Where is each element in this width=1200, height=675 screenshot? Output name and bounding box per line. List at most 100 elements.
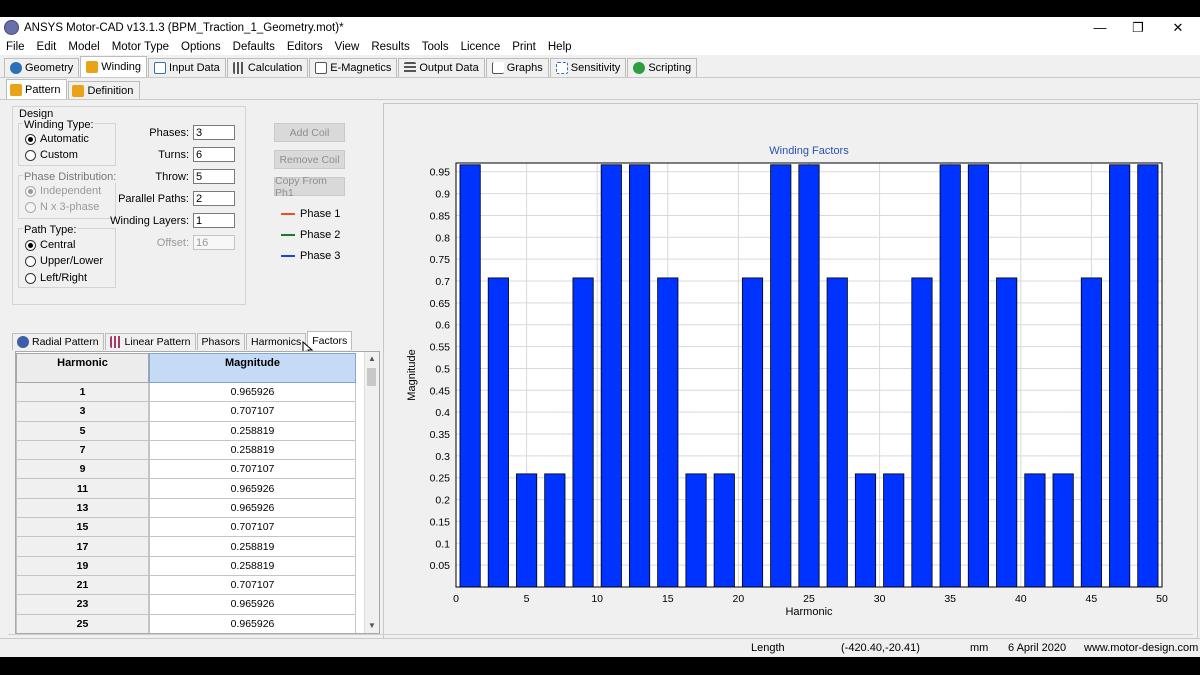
table-row[interactable]: 19 0.258819 [16, 556, 356, 576]
menu-defaults[interactable]: Defaults [227, 41, 281, 53]
column-header-magnitude[interactable]: Magnitude [149, 353, 356, 383]
cell-magnitude[interactable]: 0.965926 [149, 479, 356, 499]
chart-bar[interactable] [967, 164, 990, 588]
radio-automatic[interactable]: Automatic [25, 133, 89, 145]
tab-e-magnetics[interactable]: E-Magnetics [309, 58, 398, 77]
table-row[interactable]: 13 0.965926 [16, 498, 356, 519]
table-row[interactable]: 3 0.707107 [16, 402, 356, 422]
table-row[interactable]: 17 0.258819 [16, 537, 356, 557]
cell-harmonic[interactable]: 13 [16, 498, 149, 519]
table-row[interactable]: 1 0.965926 [16, 383, 356, 403]
cell-magnitude[interactable]: 0.707107 [149, 460, 356, 480]
cell-harmonic[interactable]: 17 [16, 537, 149, 557]
chart-bar[interactable] [459, 164, 481, 588]
phases-field[interactable]: 3 [193, 125, 235, 140]
menu-print[interactable]: Print [506, 41, 542, 53]
cell-magnitude[interactable]: 0.965926 [149, 383, 356, 403]
radio-central[interactable]: Central [25, 239, 75, 251]
radio-upper-lower[interactable]: Upper/Lower [25, 255, 103, 267]
chart-bar[interactable] [770, 164, 792, 588]
cell-harmonic[interactable]: 21 [16, 575, 149, 596]
add-coil-button[interactable]: Add Coil [274, 123, 345, 142]
scroll-thumb[interactable] [367, 368, 376, 386]
tab-harmonics[interactable]: Harmonics [246, 333, 307, 350]
column-header-harmonic[interactable]: Harmonic [16, 353, 149, 383]
remove-coil-button[interactable]: Remove Coil [274, 150, 345, 169]
chart-bar[interactable] [600, 164, 622, 588]
tab-calculation[interactable]: Calculation [226, 58, 309, 77]
table-row[interactable]: 25 0.965926 [16, 614, 356, 633]
tab-graphs[interactable]: Graphs [485, 58, 549, 77]
cell-magnitude[interactable]: 0.965926 [149, 614, 356, 633]
chart-bar[interactable] [572, 277, 594, 588]
chart-bar[interactable] [487, 277, 509, 588]
chart-bar[interactable] [516, 473, 538, 588]
restore-button[interactable]: ❐ [1118, 17, 1158, 38]
chart-bar[interactable] [1052, 473, 1074, 588]
tab-sensitivity[interactable]: Sensitivity [549, 58, 627, 77]
title-bar[interactable]: ANSYS Motor-CAD v13.1.3 (BPM_Traction_1_… [0, 17, 1200, 38]
cell-magnitude[interactable]: 0.707107 [149, 402, 356, 422]
menu-file[interactable]: File [0, 41, 31, 53]
menu-motor-type[interactable]: Motor Type [106, 41, 175, 53]
chart-bar[interactable] [826, 277, 848, 588]
cell-harmonic[interactable]: 19 [16, 556, 149, 576]
chart-bar[interactable] [1024, 473, 1046, 588]
chart-bar[interactable] [883, 473, 905, 588]
table-scrollbar[interactable]: ▲ ▼ [364, 352, 379, 633]
table-row[interactable]: 7 0.258819 [16, 440, 356, 461]
tab-pattern[interactable]: Pattern [6, 79, 68, 99]
cell-magnitude[interactable]: 0.707107 [149, 575, 356, 596]
menu-licence[interactable]: Licence [455, 41, 507, 53]
close-button[interactable]: ✕ [1158, 17, 1198, 38]
cell-magnitude[interactable]: 0.258819 [149, 421, 356, 441]
cell-magnitude[interactable]: 0.258819 [149, 440, 356, 461]
offset-field[interactable]: 16 [193, 235, 235, 250]
cell-harmonic[interactable]: 3 [16, 402, 149, 422]
cell-magnitude[interactable]: 0.965926 [149, 595, 356, 615]
chart-bar[interactable] [713, 473, 735, 588]
chart-bar[interactable] [939, 164, 961, 588]
chart-bar[interactable] [1109, 164, 1131, 588]
tab-radial-pattern[interactable]: Radial Pattern [12, 333, 104, 350]
parallel-paths-field[interactable]: 2 [193, 191, 235, 206]
cell-harmonic[interactable]: 1 [16, 383, 149, 403]
tab-linear-pattern[interactable]: Linear Pattern [104, 333, 196, 350]
throw-field[interactable]: 5 [193, 169, 235, 184]
winding-layers-field[interactable]: 1 [193, 213, 235, 228]
table-row[interactable]: 15 0.707107 [16, 518, 356, 538]
chart-bar[interactable] [996, 277, 1018, 588]
chart-bar[interactable] [657, 277, 679, 588]
tab-output-data[interactable]: Output Data [398, 58, 485, 77]
cell-harmonic[interactable]: 25 [16, 614, 149, 633]
menu-model[interactable]: Model [62, 41, 105, 53]
turns-field[interactable]: 6 [193, 147, 235, 162]
cell-harmonic[interactable]: 15 [16, 518, 149, 538]
chart-bar[interactable] [741, 277, 764, 588]
cell-magnitude[interactable]: 0.258819 [149, 556, 356, 576]
chart-bar[interactable] [798, 164, 820, 588]
chart-bar[interactable] [1137, 164, 1159, 588]
cell-harmonic[interactable]: 23 [16, 595, 149, 615]
chart-bar[interactable] [685, 473, 707, 588]
menu-results[interactable]: Results [365, 41, 415, 53]
table-row[interactable]: 11 0.965926 [16, 479, 356, 499]
scroll-up-icon[interactable]: ▲ [368, 354, 376, 363]
cell-harmonic[interactable]: 7 [16, 440, 149, 461]
cell-harmonic[interactable]: 11 [16, 479, 149, 499]
tab-input-data[interactable]: Input Data [148, 58, 226, 77]
menu-editors[interactable]: Editors [281, 41, 329, 53]
table-row[interactable]: 21 0.707107 [16, 575, 356, 596]
cell-magnitude[interactable]: 0.965926 [149, 498, 356, 519]
menu-options[interactable]: Options [175, 41, 227, 53]
menu-help[interactable]: Help [542, 41, 578, 53]
menu-view[interactable]: View [329, 41, 366, 53]
radio-custom[interactable]: Custom [25, 149, 78, 161]
minimize-button[interactable]: — [1080, 17, 1120, 38]
menu-tools[interactable]: Tools [416, 41, 455, 53]
copy-from-ph1-button[interactable]: Copy From Ph1 [274, 175, 345, 199]
cell-magnitude[interactable]: 0.258819 [149, 537, 356, 557]
tab-winding[interactable]: Winding [80, 56, 148, 77]
cell-harmonic[interactable]: 5 [16, 421, 149, 441]
scroll-down-icon[interactable]: ▼ [368, 621, 376, 630]
